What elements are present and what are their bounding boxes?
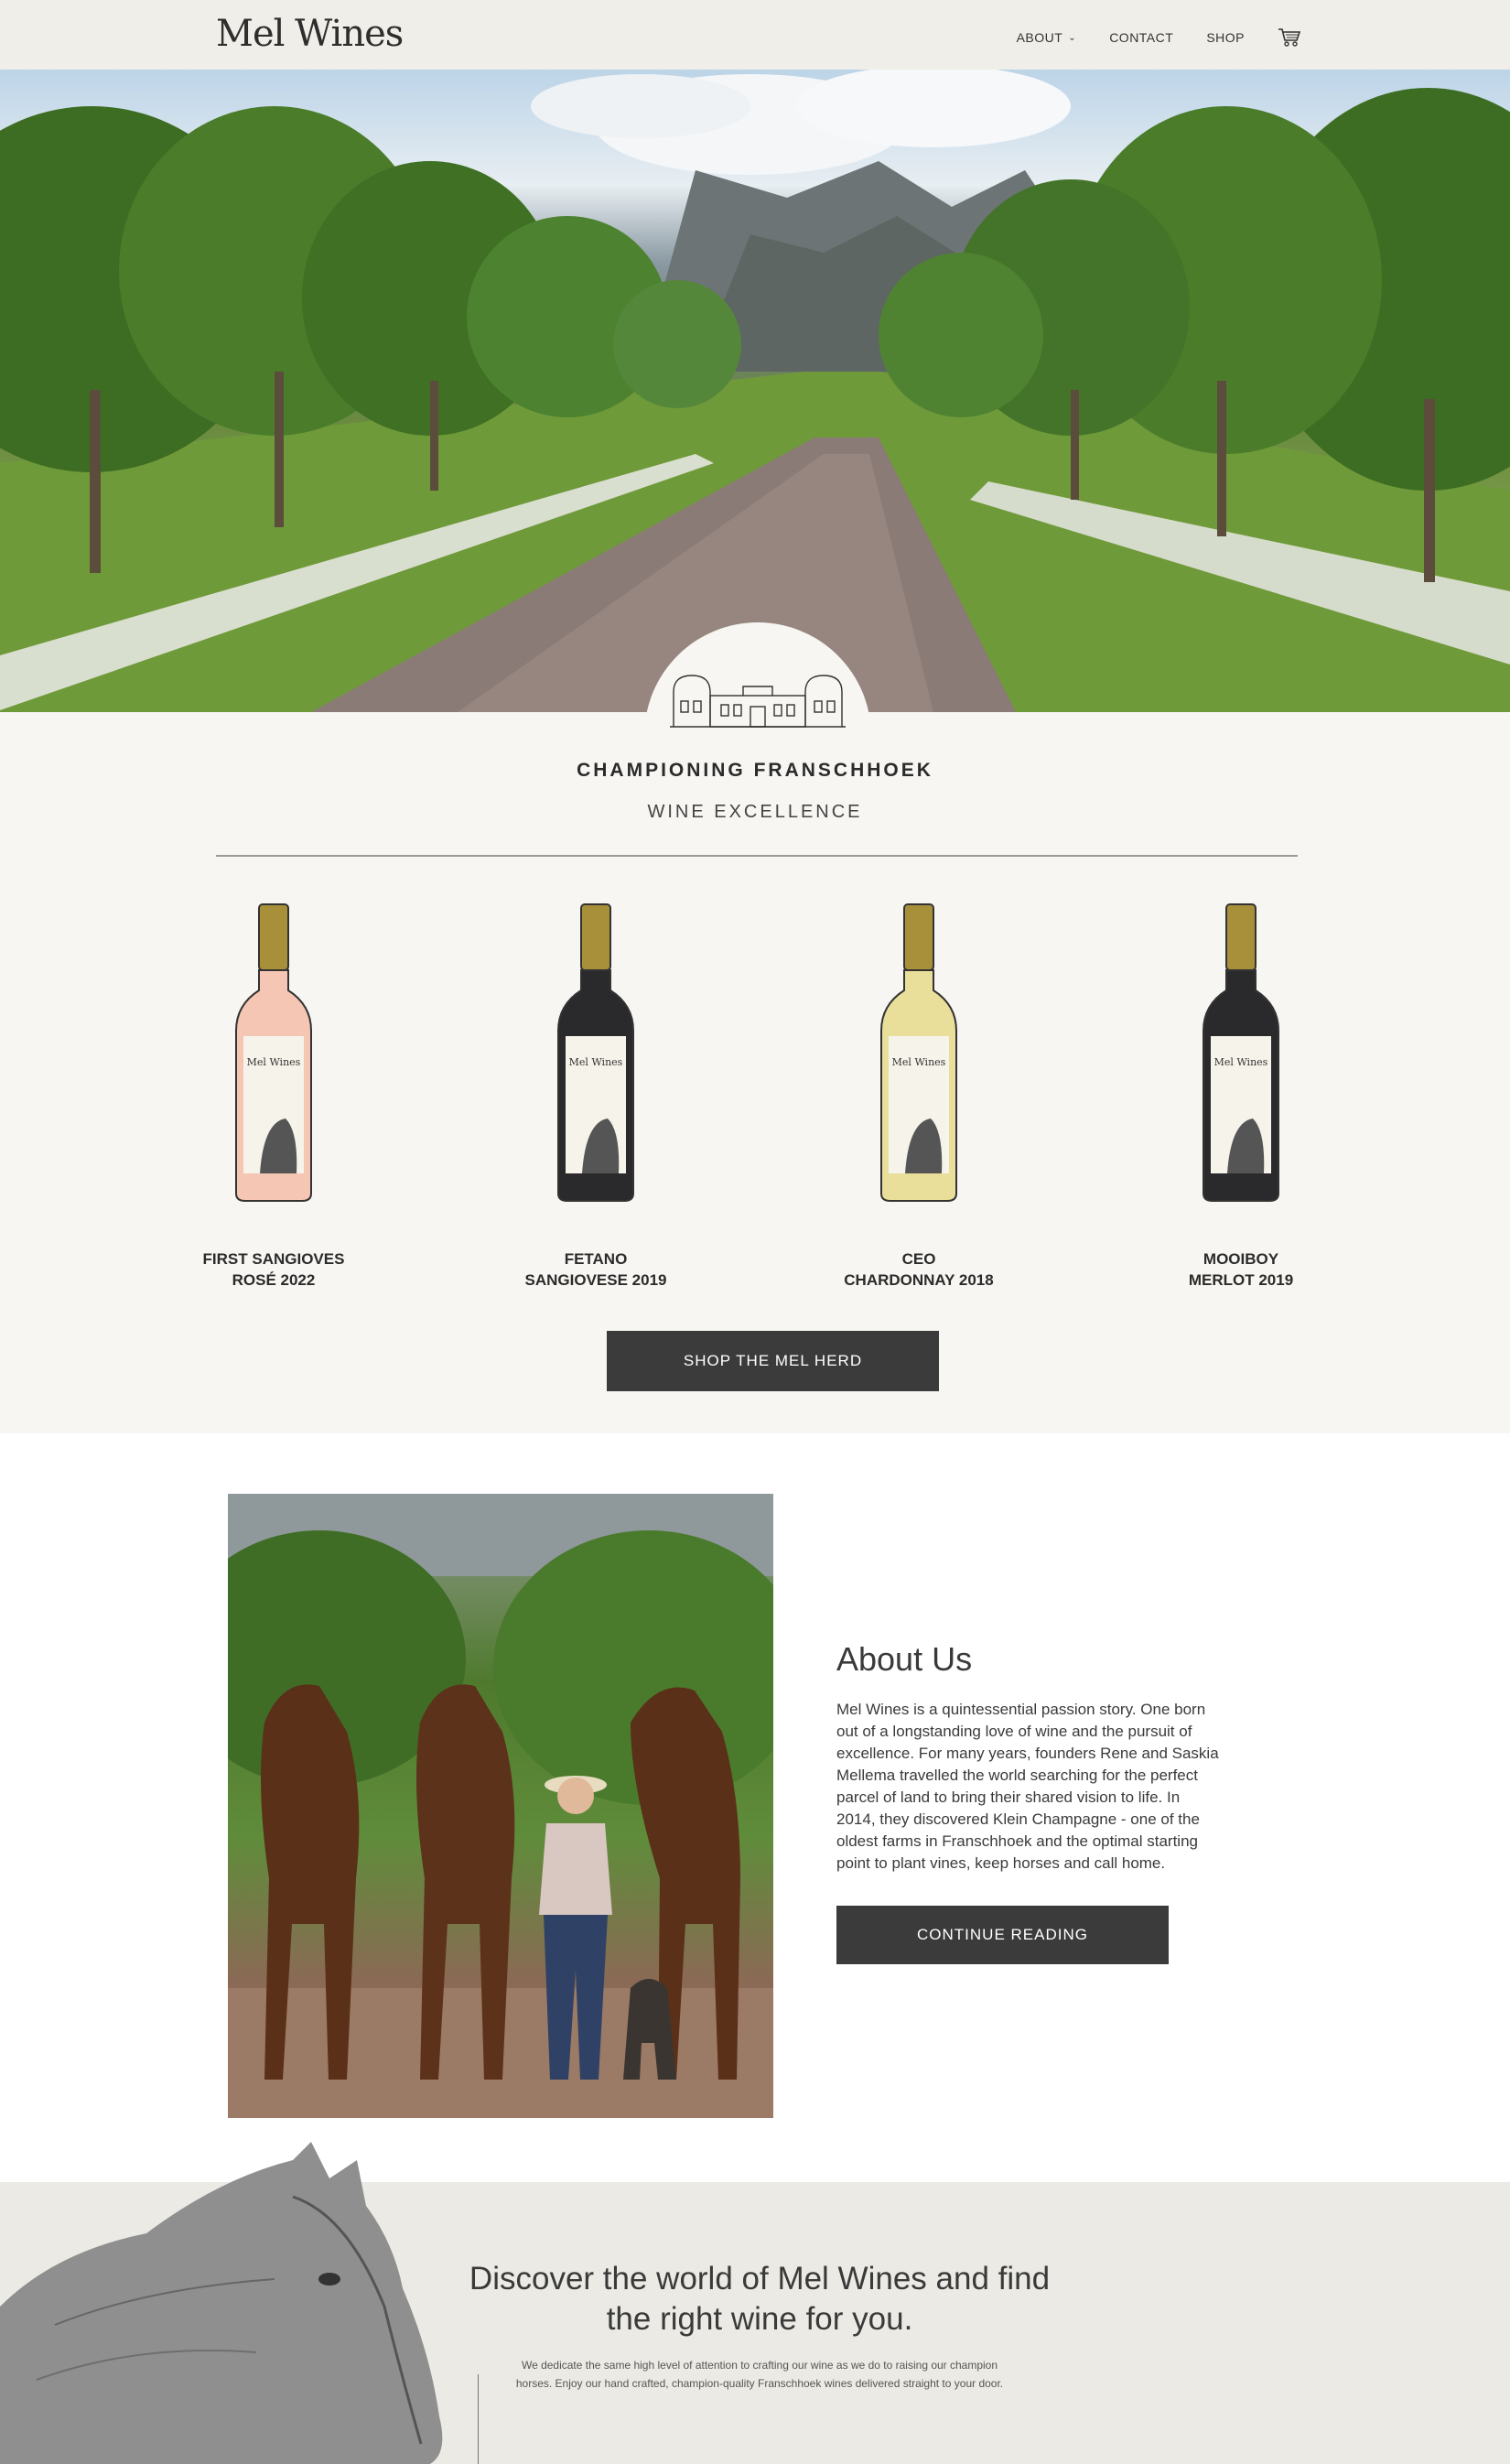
wine-bottle-image: Mel Wines (235, 903, 312, 1202)
bottle-label-text: Mel Wines (247, 1056, 301, 1068)
cart-icon (1278, 28, 1301, 47)
about-photo (228, 1494, 773, 2118)
bottle-label-text: Mel Wines (892, 1056, 946, 1068)
product-name-line2: SANGIOVESE 2019 (524, 1271, 667, 1289)
product-name-line1: FETANO (564, 1250, 628, 1268)
product-name-line2: MERLOT 2019 (1188, 1271, 1294, 1289)
horse-sketch-illustration (0, 2142, 443, 2464)
nav-about[interactable]: ABOUT ⌄ (1017, 30, 1077, 45)
chevron-down-icon: ⌄ (1068, 32, 1077, 43)
product-card[interactable]: Mel Wines FIRST SANGIOVES ROSÉ 2022 (155, 902, 393, 1291)
nav-about-label: ABOUT (1016, 30, 1063, 45)
about-body-text: Mel Wines is a quintessential passion st… (836, 1701, 1219, 1872)
wine-bottle-image: Mel Wines (557, 903, 634, 1202)
wine-bottle-image: Mel Wines (880, 903, 957, 1202)
product-name-line1: MOOIBOY (1203, 1250, 1279, 1268)
continue-reading-button[interactable]: CONTINUE READING (836, 1906, 1169, 1964)
nav-contact[interactable]: CONTACT (1109, 30, 1173, 45)
site-logo[interactable]: Mel Wines (216, 13, 404, 55)
hero-image (0, 70, 1510, 712)
horses-and-owner-photo (228, 1494, 773, 2118)
product-card[interactable]: Mel Wines FETANO SANGIOVESE 2019 (477, 902, 715, 1291)
wine-bottle-image: Mel Wines (1203, 903, 1279, 1202)
product-name-line1: CEO (901, 1250, 936, 1268)
discover-body-text: We dedicate the same high level of atten… (515, 2359, 1004, 2390)
divider-vertical (478, 2374, 479, 2464)
about-section: About Us Mel Wines is a quintessential p… (0, 1433, 1510, 2182)
product-name[interactable]: CEO CHARDONNAY 2018 (800, 1248, 1038, 1291)
hero-landscape-illustration (0, 70, 1510, 712)
divider (216, 855, 1298, 857)
nav-shop[interactable]: SHOP (1206, 30, 1245, 45)
site-header: Mel Wines ABOUT ⌄ CONTACT SHOP (0, 0, 1510, 70)
product-name-line1: FIRST SANGIOVES (202, 1250, 345, 1268)
product-name-line2: CHARDONNAY 2018 (844, 1271, 994, 1289)
discover-section: Discover the world of Mel Wines and find… (0, 2142, 1510, 2464)
discover-title: Discover the world of Mel Wines and find… (469, 2261, 1051, 2337)
product-name-line2: ROSÉ 2022 (232, 1271, 316, 1289)
section-subtitle: WINE EXCELLENCE (647, 802, 863, 822)
cart-button[interactable] (1278, 27, 1301, 48)
main-nav: ABOUT ⌄ CONTACT SHOP (1017, 27, 1301, 48)
product-name[interactable]: FETANO SANGIOVESE 2019 (477, 1248, 715, 1291)
bottle-label-text: Mel Wines (569, 1056, 623, 1068)
section-title: CHAMPIONING FRANSCHHOEK (577, 760, 933, 781)
shop-the-herd-button[interactable]: SHOP THE MEL HERD (607, 1331, 939, 1391)
product-card[interactable]: Mel Wines CEO CHARDONNAY 2018 (800, 902, 1038, 1291)
product-card[interactable]: Mel Wines MOOIBOY MERLOT 2019 (1122, 902, 1360, 1291)
product-name[interactable]: FIRST SANGIOVES ROSÉ 2022 (155, 1248, 393, 1291)
product-name[interactable]: MOOIBOY MERLOT 2019 (1122, 1248, 1360, 1291)
about-title: About Us (836, 1640, 973, 1678)
farmhouse-icon (670, 675, 846, 728)
nav-shop-label: SHOP (1206, 30, 1245, 45)
nav-contact-label: CONTACT (1109, 30, 1174, 45)
bottle-label-text: Mel Wines (1214, 1056, 1268, 1068)
